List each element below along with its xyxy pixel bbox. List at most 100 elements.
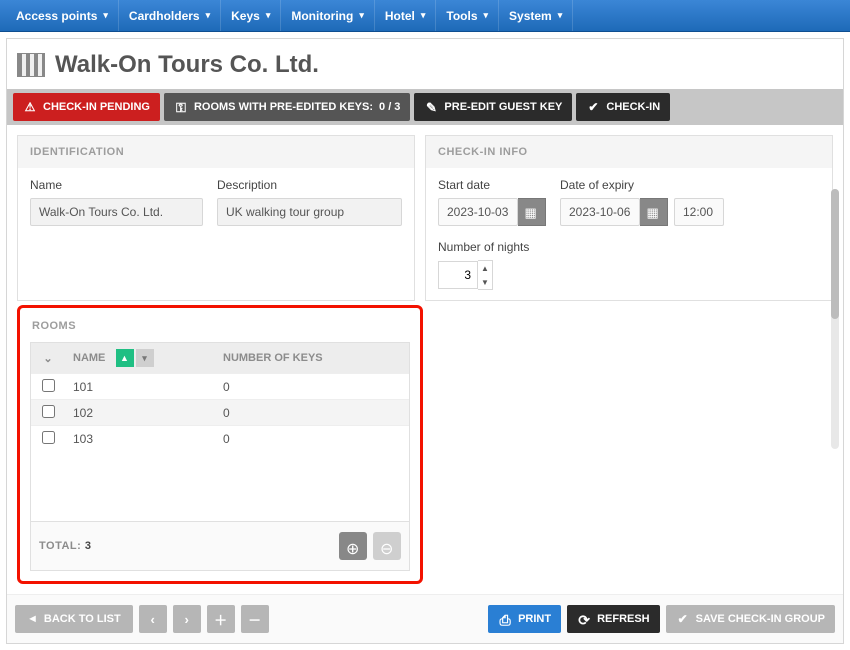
rooms-pre-edited-badge: ROOMS WITH PRE-EDITED KEYS: 0 / 3	[164, 93, 410, 121]
nav-monitoring[interactable]: Monitoring▾	[281, 0, 375, 31]
scrollbar-thumb[interactable]	[831, 189, 839, 319]
nav-keys[interactable]: Keys▾	[221, 0, 281, 31]
room-name: 101	[65, 380, 215, 394]
room-name: 103	[65, 432, 215, 446]
row-checkbox[interactable]	[42, 405, 55, 418]
arrow-left-icon: ◄	[27, 613, 38, 625]
minus-icon	[380, 539, 394, 553]
chevron-down-icon: ▾	[206, 10, 211, 21]
printer-icon	[498, 612, 512, 626]
nav-tools[interactable]: Tools▾	[436, 0, 499, 31]
checkin-info-panel: CHECK-IN INFO Start date Date of expiry	[425, 135, 833, 301]
page-header: Walk-On Tours Co. Ltd.	[7, 39, 843, 89]
total-value: 3	[85, 540, 92, 552]
room-keys: 0	[215, 432, 409, 446]
next-button[interactable]: ›	[173, 605, 201, 633]
sort-asc-button[interactable]: ▲	[116, 349, 134, 367]
stepper-down-icon[interactable]: ▼	[478, 275, 492, 289]
rooms-table-header: ⌄ NAME ▲ ▾ NUMBER OF KEYS	[31, 343, 409, 373]
start-date-calendar-button[interactable]	[518, 198, 546, 226]
name-label: Name	[30, 178, 203, 192]
room-name: 102	[65, 406, 215, 420]
rooms-keys-label: ROOMS WITH PRE-EDITED KEYS:	[194, 101, 373, 113]
nights-stepper[interactable]: ▲ ▼	[438, 260, 529, 290]
expand-all-toggle[interactable]: ⌄	[31, 352, 65, 365]
rooms-title: ROOMS	[30, 316, 410, 342]
expiry-time-field[interactable]	[674, 198, 724, 226]
pre-edit-label: PRE-EDIT GUEST KEY	[444, 101, 562, 113]
add-room-button[interactable]	[339, 532, 367, 560]
rooms-keys-value: 0 / 3	[379, 101, 400, 113]
refresh-label: REFRESH	[597, 613, 650, 625]
nav-hotel[interactable]: Hotel▾	[375, 0, 437, 31]
table-row[interactable]: 1010	[31, 373, 409, 399]
save-checkin-group-button[interactable]: SAVE CHECK-IN GROUP	[666, 605, 835, 633]
identification-panel: IDENTIFICATION Name Description	[17, 135, 415, 301]
content-area: Walk-On Tours Co. Ltd. CHECK-IN PENDING …	[6, 38, 844, 644]
rooms-highlighted-area: ROOMS ⌄ NAME ▲ ▾ NUMBER OF KEYS 10101020…	[17, 305, 423, 584]
checkin-pending-label: CHECK-IN PENDING	[43, 101, 150, 113]
expiry-date-calendar-button[interactable]	[640, 198, 668, 226]
total-label: TOTAL:	[39, 540, 81, 552]
add-button[interactable]: ＋	[207, 605, 235, 633]
nights-field[interactable]	[438, 261, 478, 289]
vertical-scrollbar[interactable]	[831, 189, 839, 449]
back-label: BACK TO LIST	[44, 613, 121, 625]
save-icon	[676, 612, 690, 626]
row-checkbox[interactable]	[42, 431, 55, 444]
nav-cardholders[interactable]: Cardholders▾	[119, 0, 221, 31]
checkin-pending-badge: CHECK-IN PENDING	[13, 93, 160, 121]
warning-icon	[23, 100, 37, 114]
top-nav: Access points▾ Cardholders▾ Keys▾ Monito…	[0, 0, 850, 32]
col-name-label: NAME	[73, 352, 105, 364]
plus-icon	[346, 539, 360, 553]
chevron-down-icon: ▾	[421, 10, 426, 21]
checkin-button[interactable]: CHECK-IN	[576, 93, 670, 121]
identification-title: IDENTIFICATION	[18, 136, 414, 168]
footer-bar: ◄ BACK TO LIST ‹ › ＋ － PRINT REFRESH SAV…	[7, 594, 843, 643]
refresh-icon	[577, 612, 591, 626]
nav-access-points[interactable]: Access points▾	[6, 0, 119, 31]
rooms-panel: ROOMS ⌄ NAME ▲ ▾ NUMBER OF KEYS 10101020…	[30, 316, 410, 571]
room-keys: 0	[215, 380, 409, 394]
print-button[interactable]: PRINT	[488, 605, 561, 633]
filter-button[interactable]: ▾	[136, 349, 154, 367]
rooms-table: ⌄ NAME ▲ ▾ NUMBER OF KEYS 101010201030	[30, 342, 410, 522]
remove-room-button[interactable]	[373, 532, 401, 560]
delete-button[interactable]: －	[241, 605, 269, 633]
description-label: Description	[217, 178, 402, 192]
prev-button[interactable]: ‹	[139, 605, 167, 633]
chevron-down-icon: ▾	[103, 10, 108, 21]
check-icon	[586, 100, 600, 114]
print-label: PRINT	[518, 613, 551, 625]
key-icon	[174, 100, 188, 114]
chevron-down-icon: ▾	[266, 10, 271, 21]
row-checkbox[interactable]	[42, 379, 55, 392]
name-field[interactable]	[30, 198, 203, 226]
col-keys-label: NUMBER OF KEYS	[215, 352, 409, 364]
chevron-down-icon: ▾	[484, 10, 489, 21]
chevron-down-icon: ▾	[558, 10, 563, 21]
table-row[interactable]: 1020	[31, 399, 409, 425]
start-date-field[interactable]	[438, 198, 518, 226]
expiry-date-field[interactable]	[560, 198, 640, 226]
action-bar: CHECK-IN PENDING ROOMS WITH PRE-EDITED K…	[7, 89, 843, 125]
expiry-date-label: Date of expiry	[560, 178, 724, 192]
pre-edit-guest-key-button[interactable]: PRE-EDIT GUEST KEY	[414, 93, 572, 121]
table-row[interactable]: 1030	[31, 425, 409, 451]
save-label: SAVE CHECK-IN GROUP	[696, 613, 825, 625]
chevron-down-icon: ▾	[359, 10, 364, 21]
page-title: Walk-On Tours Co. Ltd.	[55, 51, 319, 79]
calendar-icon	[647, 205, 661, 219]
nav-system[interactable]: System▾	[499, 0, 573, 31]
pencil-icon	[424, 100, 438, 114]
checkin-label: CHECK-IN	[606, 101, 660, 113]
refresh-button[interactable]: REFRESH	[567, 605, 660, 633]
group-icon	[17, 53, 45, 77]
description-field[interactable]	[217, 198, 402, 226]
stepper-up-icon[interactable]: ▲	[478, 261, 492, 275]
start-date-label: Start date	[438, 178, 546, 192]
room-keys: 0	[215, 406, 409, 420]
back-to-list-button[interactable]: ◄ BACK TO LIST	[15, 605, 133, 633]
nights-label: Number of nights	[438, 240, 529, 254]
